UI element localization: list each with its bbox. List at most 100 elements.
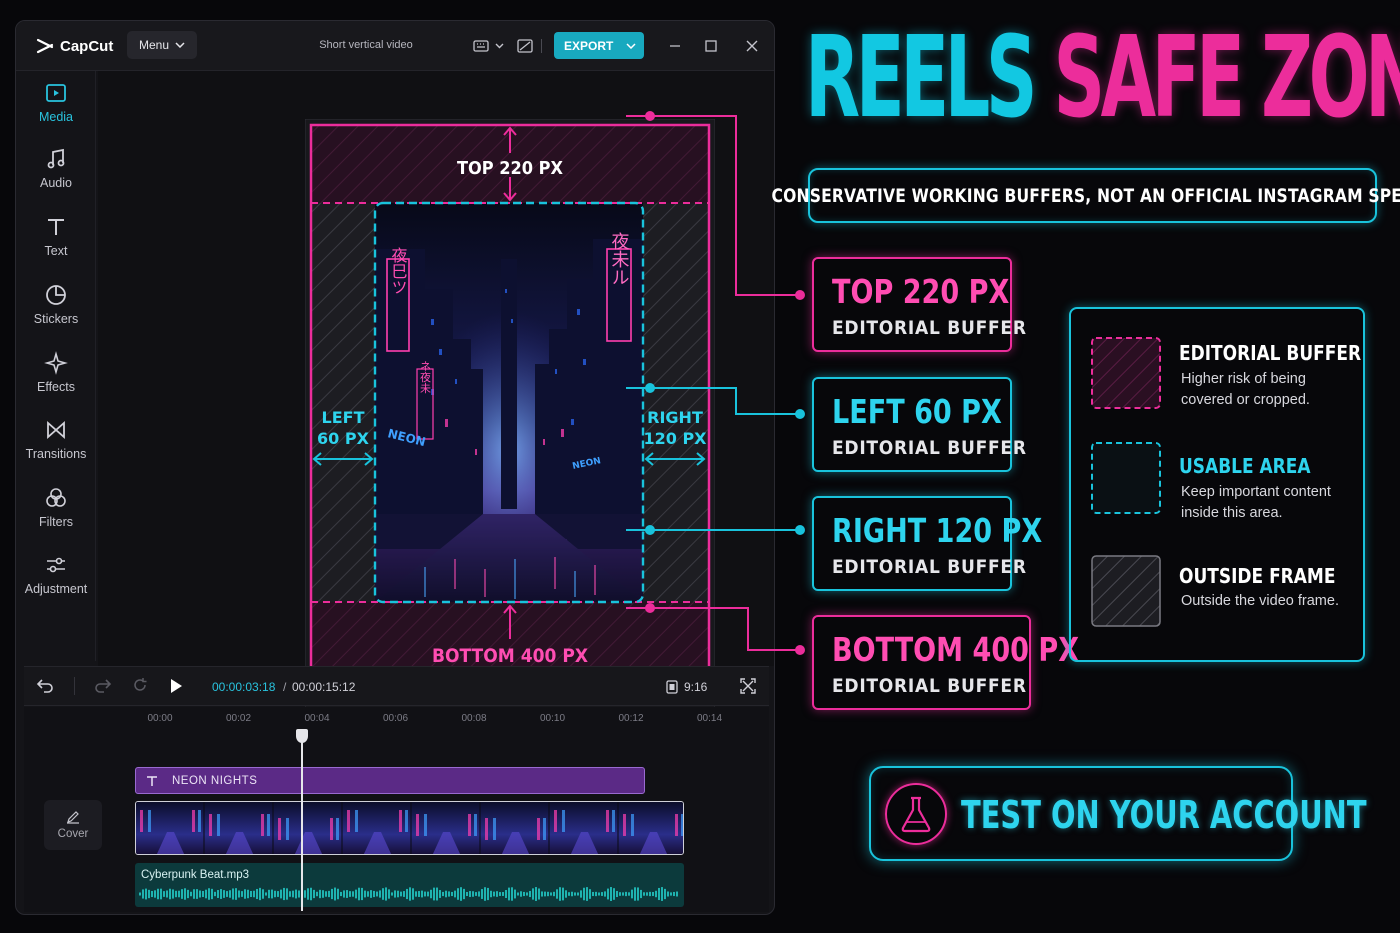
ruler-tick-label: 00:08 bbox=[461, 713, 487, 724]
playhead-handle[interactable] bbox=[296, 729, 309, 743]
sidebar-label: Text bbox=[44, 244, 68, 258]
waveform-bar bbox=[379, 890, 381, 898]
text-clip[interactable]: NEON NIGHTS bbox=[135, 767, 645, 794]
keyboard-icon[interactable] bbox=[472, 37, 490, 55]
undo-icon[interactable] bbox=[36, 677, 56, 697]
waveform-bar bbox=[430, 889, 432, 899]
sidebar-item-transitions[interactable]: Transitions bbox=[16, 418, 96, 478]
aspect-ratio-button[interactable]: 9:16 bbox=[666, 679, 707, 695]
callout-title: LEFT 60 PX bbox=[832, 392, 1002, 431]
export-button[interactable]: EXPORT bbox=[554, 32, 644, 59]
frame-neon bbox=[261, 814, 264, 836]
frame-neon bbox=[537, 818, 540, 840]
frame-neon bbox=[336, 818, 339, 840]
video-thumbnail-strip bbox=[136, 802, 683, 854]
waveform-bar bbox=[355, 889, 357, 899]
audio-clip[interactable]: Cyberpunk Beat.mp3 bbox=[135, 863, 684, 907]
waveform-bar bbox=[616, 890, 618, 898]
waveform-bar bbox=[625, 891, 627, 897]
sign-left-vertical: 夜巳ツ bbox=[389, 247, 408, 295]
waveform-bar bbox=[538, 888, 540, 900]
video-clip[interactable] bbox=[135, 801, 684, 855]
chevron-down-icon[interactable] bbox=[490, 37, 508, 55]
waveform-bar bbox=[295, 889, 297, 899]
sticker-icon bbox=[46, 285, 66, 305]
cover-button[interactable]: Cover bbox=[44, 800, 102, 850]
waveform-bar bbox=[637, 887, 639, 901]
sparkle-icon bbox=[44, 351, 68, 375]
waveform-bars bbox=[139, 887, 678, 901]
waveform-bar bbox=[244, 889, 246, 899]
legend-description: Higher risk of being covered or cropped. bbox=[1181, 371, 1310, 408]
audio-clip-label: Cyberpunk Beat.mp3 bbox=[141, 869, 250, 881]
zone-label-left-1: LEFT bbox=[322, 408, 365, 427]
waveform-bar bbox=[436, 887, 438, 901]
minimize-icon[interactable] bbox=[666, 37, 684, 55]
sidebar-item-text[interactable]: Text bbox=[16, 215, 96, 275]
sidebar-item-audio[interactable]: Audio bbox=[16, 147, 96, 207]
sidebar-item-adjustment[interactable]: Adjustment bbox=[16, 553, 96, 613]
waveform-bar bbox=[484, 887, 486, 901]
callout-title: TOP 220 PX bbox=[832, 272, 1010, 311]
callout-left: LEFT 60 PX EDITORIAL BUFFER bbox=[812, 377, 1026, 472]
waveform-bar bbox=[340, 891, 342, 897]
waveform-bar bbox=[325, 891, 327, 897]
waveform-bar bbox=[190, 891, 192, 897]
playhead[interactable] bbox=[296, 729, 309, 911]
fullscreen-icon[interactable] bbox=[740, 678, 758, 696]
waveform-bar bbox=[664, 888, 666, 900]
menu-button[interactable]: Menu bbox=[127, 31, 197, 59]
sidebar-item-stickers[interactable]: Stickers bbox=[16, 283, 96, 343]
callout-bottom: BOTTOM 400 PX EDITORIAL BUFFER bbox=[812, 615, 1079, 710]
frame-neon bbox=[278, 818, 281, 840]
waveform-bar bbox=[553, 891, 555, 897]
waveform-bar bbox=[184, 888, 186, 900]
waveform-bar bbox=[457, 888, 459, 900]
waveform-bar bbox=[451, 891, 453, 897]
waveform-bar bbox=[442, 891, 444, 897]
waveform-bar bbox=[202, 890, 204, 898]
refresh-icon[interactable] bbox=[132, 677, 152, 697]
waveform-bar bbox=[643, 892, 645, 896]
waveform-bar bbox=[667, 891, 669, 897]
tool-sidebar: Media Audio Text Stickers Effects Transi… bbox=[16, 71, 96, 661]
waveform-bar bbox=[634, 887, 636, 901]
redo-icon[interactable] bbox=[94, 677, 114, 697]
waveform-bar bbox=[253, 890, 255, 898]
headline-word-1: REELS bbox=[805, 13, 1038, 143]
waveform-bar bbox=[304, 890, 306, 898]
close-icon[interactable] bbox=[743, 37, 761, 55]
waveform-bar bbox=[283, 887, 285, 901]
waveform-bar bbox=[502, 892, 504, 896]
frame-neon bbox=[562, 810, 565, 832]
legend-description: Outside the video frame. bbox=[1181, 593, 1339, 609]
waveform-bar bbox=[145, 888, 147, 900]
waveform-bar bbox=[499, 892, 501, 896]
waveform-bar bbox=[361, 887, 363, 901]
maximize-icon[interactable] bbox=[702, 37, 720, 55]
waveform-bar bbox=[307, 888, 309, 900]
sidebar-item-media[interactable]: Media bbox=[16, 81, 96, 141]
subtitle-text: CONSERVATIVE WORKING BUFFERS, NOT AN OFF… bbox=[771, 184, 1400, 207]
waveform-bar bbox=[199, 890, 201, 898]
waveform-bar bbox=[541, 891, 543, 897]
waveform-bar bbox=[460, 887, 462, 901]
waveform-bar bbox=[364, 890, 366, 898]
sidebar-item-effects[interactable]: Effects bbox=[16, 351, 96, 411]
crop-icon[interactable] bbox=[516, 37, 534, 55]
frame-neon bbox=[606, 810, 609, 832]
waveform-bar bbox=[391, 892, 393, 896]
waveform-bar bbox=[232, 888, 234, 900]
play-icon[interactable] bbox=[168, 677, 188, 697]
waveform-bar bbox=[394, 890, 396, 898]
ruler-tick-label: 00:10 bbox=[539, 713, 566, 724]
audio-waveform bbox=[139, 887, 678, 901]
test-on-account-button[interactable]: TEST ON YOUR ACCOUNT bbox=[869, 766, 1367, 861]
waveform-bar bbox=[346, 890, 348, 898]
time-separator: / bbox=[283, 680, 287, 694]
waveform-bar bbox=[601, 892, 603, 896]
sidebar-item-filters[interactable]: Filters bbox=[16, 486, 96, 546]
headline-word-2: SAFE ZONE bbox=[1053, 13, 1400, 143]
waveform-bar bbox=[187, 889, 189, 899]
frame-neon bbox=[347, 810, 350, 832]
